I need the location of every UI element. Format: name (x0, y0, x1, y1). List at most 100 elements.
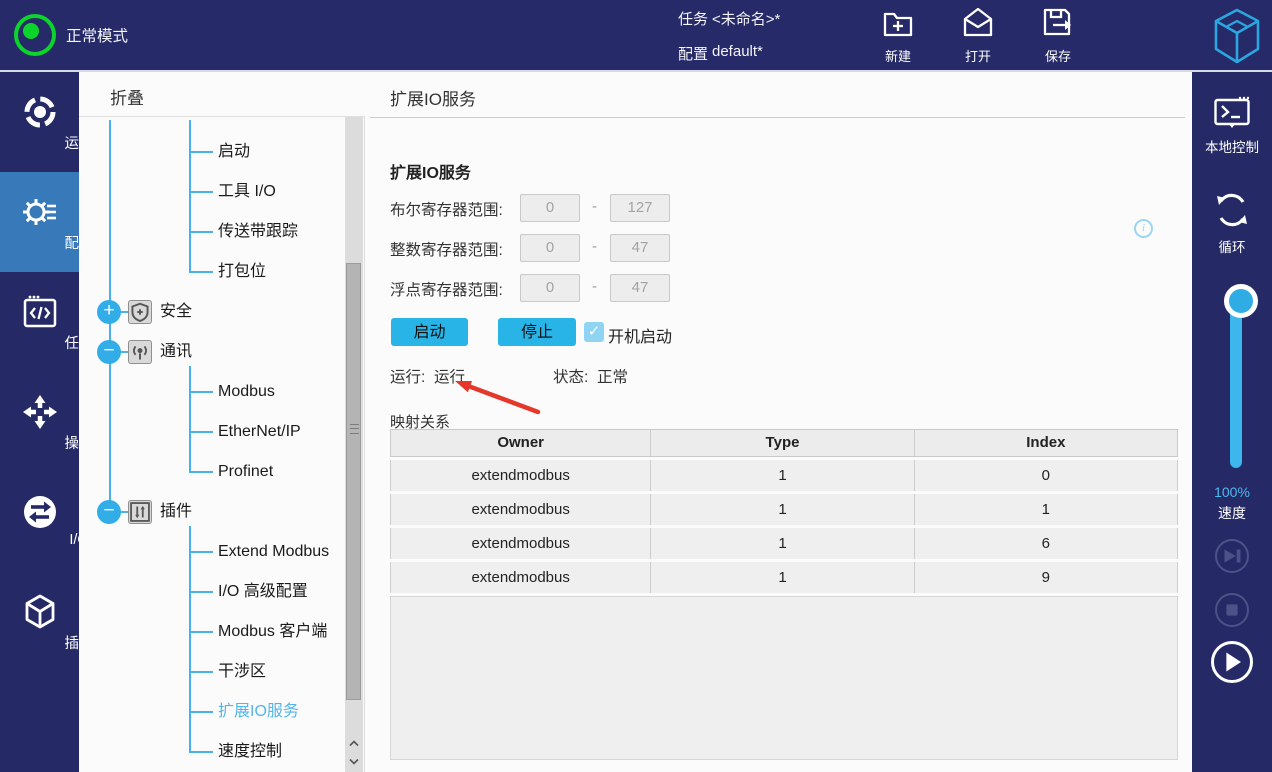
local-control-label: 本地控制 (1192, 136, 1272, 156)
tree-item-extend-modbus[interactable]: Extend Modbus (218, 541, 329, 563)
tree-node-comm[interactable]: 通讯 (160, 341, 192, 363)
speed-percent: 100% (1192, 484, 1272, 500)
autostart-label: 开机启动 (608, 323, 672, 347)
config-gear-icon (22, 194, 58, 230)
tree-item-extend-io-service-selected[interactable]: 扩展IO服务 (218, 701, 299, 723)
cell-owner: extendmodbus (391, 494, 651, 525)
tree-item-conveyor[interactable]: 传送带跟踪 (218, 221, 298, 243)
collapse-minus-icon[interactable]: − (97, 500, 121, 524)
scroll-up-button[interactable] (345, 735, 363, 752)
autostart-checkbox[interactable]: ✓ (584, 322, 604, 342)
cell-index: 1 (915, 494, 1177, 525)
tree-branch-line (189, 526, 191, 753)
collapse-minus-icon[interactable]: − (97, 340, 121, 364)
collapse-button[interactable]: 折叠 (110, 84, 144, 109)
table-row[interactable]: extendmodbus 1 1 (390, 494, 1178, 525)
tree-tick (189, 231, 213, 233)
mode-indicator-icon[interactable] (14, 14, 56, 56)
nav-item-io[interactable]: I/O (0, 472, 79, 572)
open-task-button[interactable]: 打开 (946, 6, 1010, 66)
int-range-from-input: 0 (520, 234, 580, 262)
range-separator: - (592, 198, 597, 215)
tree-tick (189, 191, 213, 193)
tree-scrollbar[interactable] (345, 117, 363, 772)
tree-tick (189, 151, 213, 153)
cell-owner: extendmodbus (391, 528, 651, 559)
right-nav: 本地控制 循环 100% 速度 (1192, 72, 1272, 772)
task-value: <未命名>* (712, 8, 780, 29)
task-code-icon (22, 294, 58, 330)
stop-icon (1217, 595, 1247, 625)
plugin-sliders-icon (128, 500, 152, 524)
new-task-label: 新建 (866, 46, 930, 65)
cell-index: 6 (915, 528, 1177, 559)
table-row[interactable]: extendmodbus 1 9 (390, 562, 1178, 593)
chevron-down-icon (345, 753, 363, 770)
info-icon[interactable]: i (1134, 219, 1153, 238)
tree-item-ethernetip[interactable]: EtherNet/IP (218, 421, 301, 443)
tree-tick (189, 711, 213, 713)
float-range-label: 浮点寄存器范围: (390, 278, 503, 300)
skip-forward-icon (1217, 541, 1247, 571)
loop-icon (1212, 190, 1252, 230)
plugin-cube-icon (22, 594, 58, 630)
play-icon (1214, 644, 1250, 680)
tree-node-plugin[interactable]: 插件 (160, 501, 192, 523)
tree-item-speed-control[interactable]: 速度控制 (218, 741, 282, 763)
speed-slider-handle[interactable] (1224, 284, 1258, 318)
tree-item-interference[interactable]: 干涉区 (218, 661, 266, 683)
left-nav: 运行 配置 (0, 72, 79, 772)
config-tree-panel: 折叠 启动 工具 I/O 传送带跟踪 打包位 + 安全 − 通讯 Modbus (79, 72, 365, 772)
loop-button[interactable] (1212, 190, 1252, 235)
cell-owner: extendmodbus (391, 562, 651, 593)
brand-logo-icon (1212, 8, 1262, 64)
tree-item-profinet[interactable]: Profinet (218, 461, 273, 483)
tree-branch-line (189, 120, 191, 273)
range-separator: - (592, 238, 597, 255)
table-row[interactable]: extendmodbus 1 6 (390, 528, 1178, 559)
col-header-owner: Owner (391, 430, 651, 456)
step-button[interactable] (1215, 539, 1249, 573)
save-task-label: 保存 (1026, 46, 1090, 65)
cell-type: 1 (651, 562, 914, 593)
cell-index: 9 (915, 562, 1177, 593)
tree-item-tool-io[interactable]: 工具 I/O (218, 181, 276, 203)
cell-type: 1 (651, 494, 914, 525)
stop-button[interactable]: 停止 (498, 318, 576, 346)
start-button[interactable]: 启动 (391, 318, 468, 346)
nav-item-operate[interactable]: 操作 (0, 372, 79, 472)
float-range-from-input: 0 (520, 274, 580, 302)
save-button[interactable]: 保存 (1026, 6, 1090, 66)
terminal-icon (1214, 96, 1250, 130)
mode-label: 正常模式 (66, 24, 128, 46)
local-control-button[interactable] (1214, 96, 1250, 135)
tree-node-safety[interactable]: 安全 (160, 301, 192, 323)
nav-item-config[interactable]: 配置 (0, 172, 79, 272)
tree-item-io-advanced[interactable]: I/O 高级配置 (218, 581, 308, 603)
nav-item-run[interactable]: 运行 (0, 72, 79, 172)
safety-shield-icon (128, 300, 152, 324)
cell-type: 1 (651, 528, 914, 559)
table-row[interactable]: extendmodbus 1 0 (390, 460, 1178, 491)
page-title: 扩展IO服务 (390, 85, 476, 110)
new-task-button[interactable]: 新建 (866, 6, 930, 66)
save-floppy-icon (1041, 6, 1075, 40)
expand-plus-icon[interactable]: + (97, 300, 121, 324)
tree-scrollbar-thumb[interactable] (346, 263, 361, 700)
tree-item-modbus-client[interactable]: Modbus 客户端 (218, 621, 327, 643)
tree-item-startup[interactable]: 启动 (218, 141, 250, 163)
cell-type: 1 (651, 460, 914, 491)
tree-tick (189, 671, 213, 673)
nav-item-task[interactable]: 任务 (0, 272, 79, 372)
status-label: 状态: (553, 365, 588, 387)
speed-label: 速度 (1192, 503, 1272, 523)
scroll-down-button[interactable] (345, 753, 363, 770)
tree-item-modbus[interactable]: Modbus (218, 381, 275, 403)
play-button[interactable] (1211, 641, 1253, 683)
nav-item-plugin[interactable]: 插件 (0, 572, 79, 672)
tree-item-pack[interactable]: 打包位 (218, 261, 266, 283)
tree-branch-line (189, 366, 191, 473)
tree-tick (189, 431, 213, 433)
stop-playback-button[interactable] (1215, 593, 1249, 627)
table-empty-area (390, 596, 1178, 760)
